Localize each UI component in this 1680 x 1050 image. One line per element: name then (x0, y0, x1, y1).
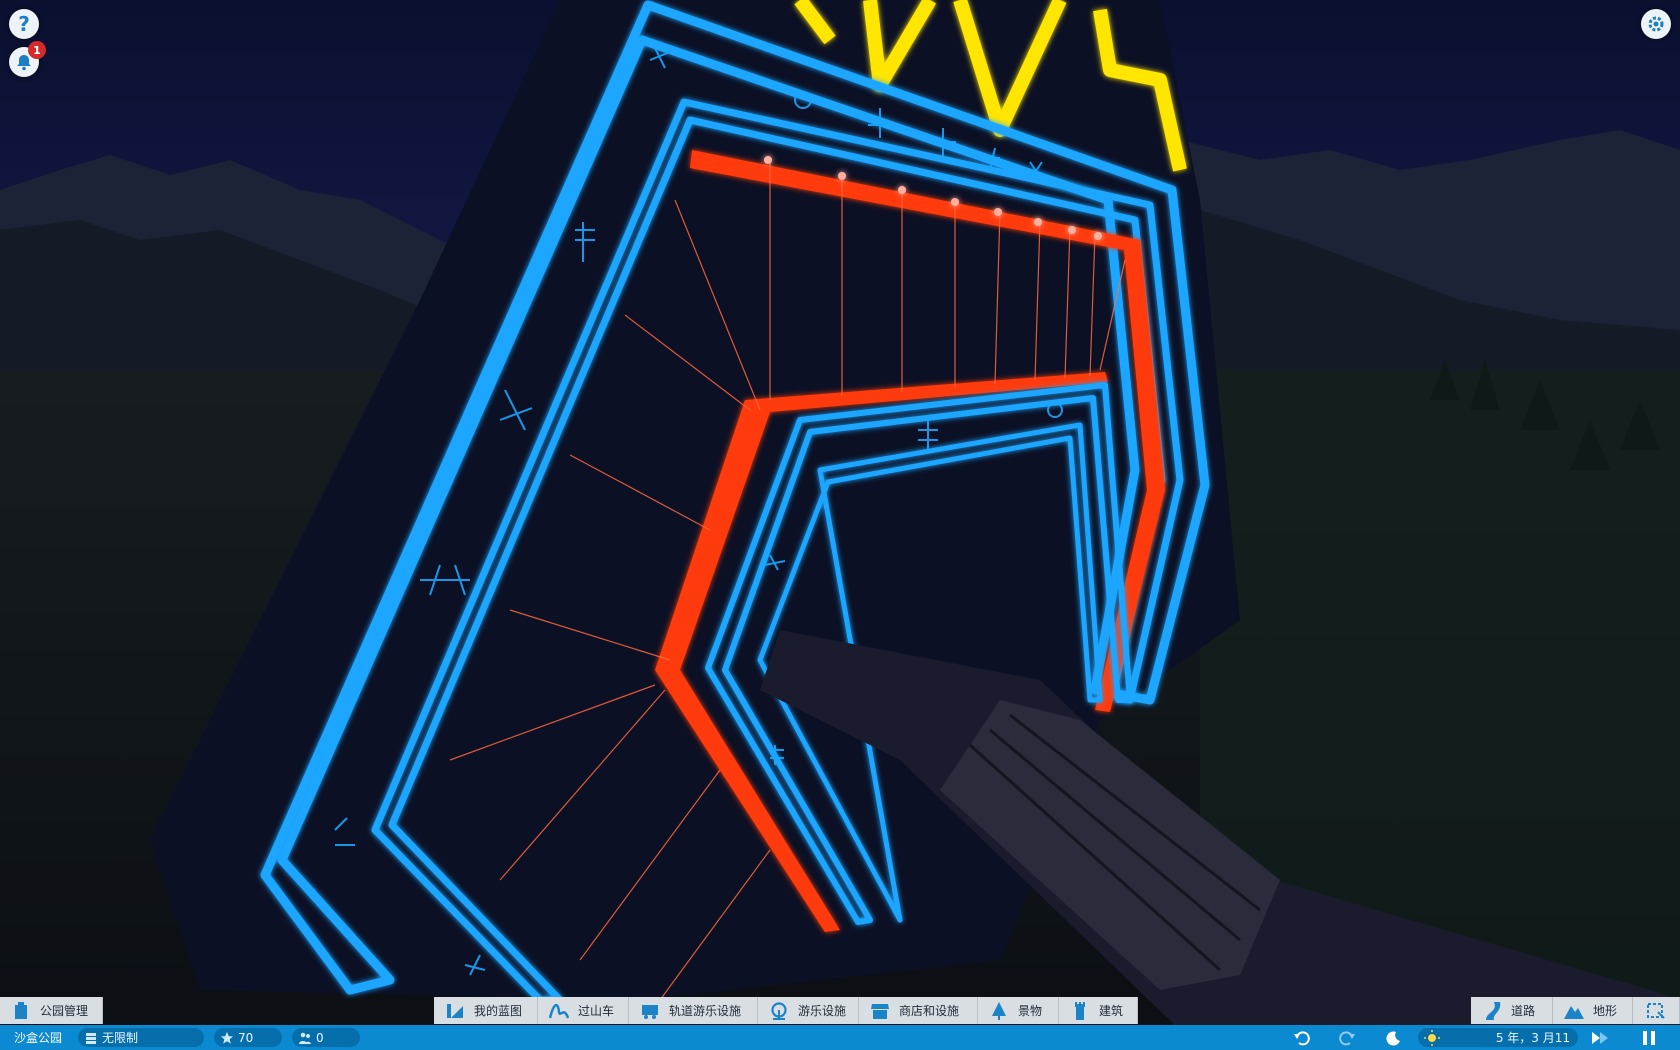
settings-button[interactable] (1641, 9, 1671, 39)
mountain-icon (1563, 1002, 1585, 1020)
tab-label: 地形 (1593, 1004, 1618, 1018)
tab-coasters[interactable]: 过山车 (538, 997, 629, 1024)
game-speed-button[interactable] (1590, 1027, 1612, 1049)
tab-shops[interactable]: 商店和设施 (859, 997, 978, 1024)
date-display[interactable]: 5 年，3 月11 (1418, 1028, 1578, 1047)
tab-label: 建筑 (1099, 1004, 1124, 1018)
rating-value: 70 (238, 1030, 254, 1045)
tab-label: 过山车 (578, 1004, 615, 1018)
redo-button[interactable] (1336, 1027, 1358, 1049)
tab-park-management[interactable]: 公园管理 (0, 997, 103, 1024)
ferris-wheel-icon (768, 1001, 790, 1020)
tab-buildings[interactable]: 建筑 (1059, 997, 1138, 1024)
tab-track-rides[interactable]: 轨道游乐设施 (629, 997, 758, 1024)
tab-terrain[interactable]: 地形 (1553, 997, 1633, 1024)
game-viewport[interactable] (0, 0, 1680, 1050)
coaster-icon (548, 1002, 570, 1020)
tab-flat-rides[interactable]: 游乐设施 (758, 997, 859, 1024)
guests-icon (299, 1032, 311, 1044)
help-icon: ? (18, 12, 30, 36)
date-value: 5 年，3 月11 (1495, 1031, 1570, 1045)
tab-label: 我的蓝图 (474, 1004, 523, 1018)
tab-paths[interactable]: 道路 (1471, 997, 1553, 1024)
tab-label: 道路 (1511, 1004, 1536, 1018)
tab-blueprints[interactable]: 我的蓝图 (434, 997, 538, 1024)
park-rating-display[interactable]: 70 (214, 1028, 282, 1047)
notification-count-badge: 1 (28, 41, 46, 59)
help-button[interactable]: ? (9, 9, 39, 39)
pause-button[interactable] (1638, 1027, 1660, 1049)
tab-label: 轨道游乐设施 (669, 1004, 742, 1018)
play-speed-icon (1592, 1032, 1608, 1044)
redo-icon (1339, 1031, 1355, 1046)
pause-icon (1643, 1031, 1655, 1045)
sun-icon (1424, 1029, 1440, 1046)
star-icon (221, 1031, 233, 1044)
money-value: 无限制 (102, 1031, 139, 1045)
guests-value: 0 (316, 1030, 324, 1045)
guest-count-display[interactable]: 0 (292, 1028, 360, 1047)
gear-icon (1648, 16, 1664, 32)
selection-icon (1647, 1002, 1665, 1019)
tower-icon (1069, 1001, 1091, 1020)
coins-icon (86, 1032, 96, 1044)
path-icon (1481, 1001, 1503, 1020)
park-management-icon (10, 1001, 32, 1020)
tab-label: 商店和设施 (899, 1004, 960, 1018)
selection-tool-button[interactable] (1633, 997, 1680, 1024)
day-night-icon (1386, 1031, 1400, 1046)
day-night-toggle[interactable] (1382, 1027, 1404, 1049)
money-display[interactable]: 无限制 (78, 1028, 204, 1047)
tab-scenery[interactable]: 景物 (978, 997, 1059, 1024)
train-icon (639, 1002, 661, 1020)
tab-label: 游乐设施 (798, 1004, 847, 1018)
shop-icon (869, 1002, 891, 1020)
park-name[interactable]: 沙盒公园 (14, 1029, 62, 1046)
tree-icon (988, 1001, 1010, 1020)
blueprint-icon (444, 1002, 466, 1020)
undo-button[interactable] (1291, 1027, 1313, 1049)
undo-icon (1294, 1031, 1310, 1046)
tab-label: 景物 (1018, 1004, 1043, 1018)
tab-label: 公园管理 (40, 1004, 89, 1018)
